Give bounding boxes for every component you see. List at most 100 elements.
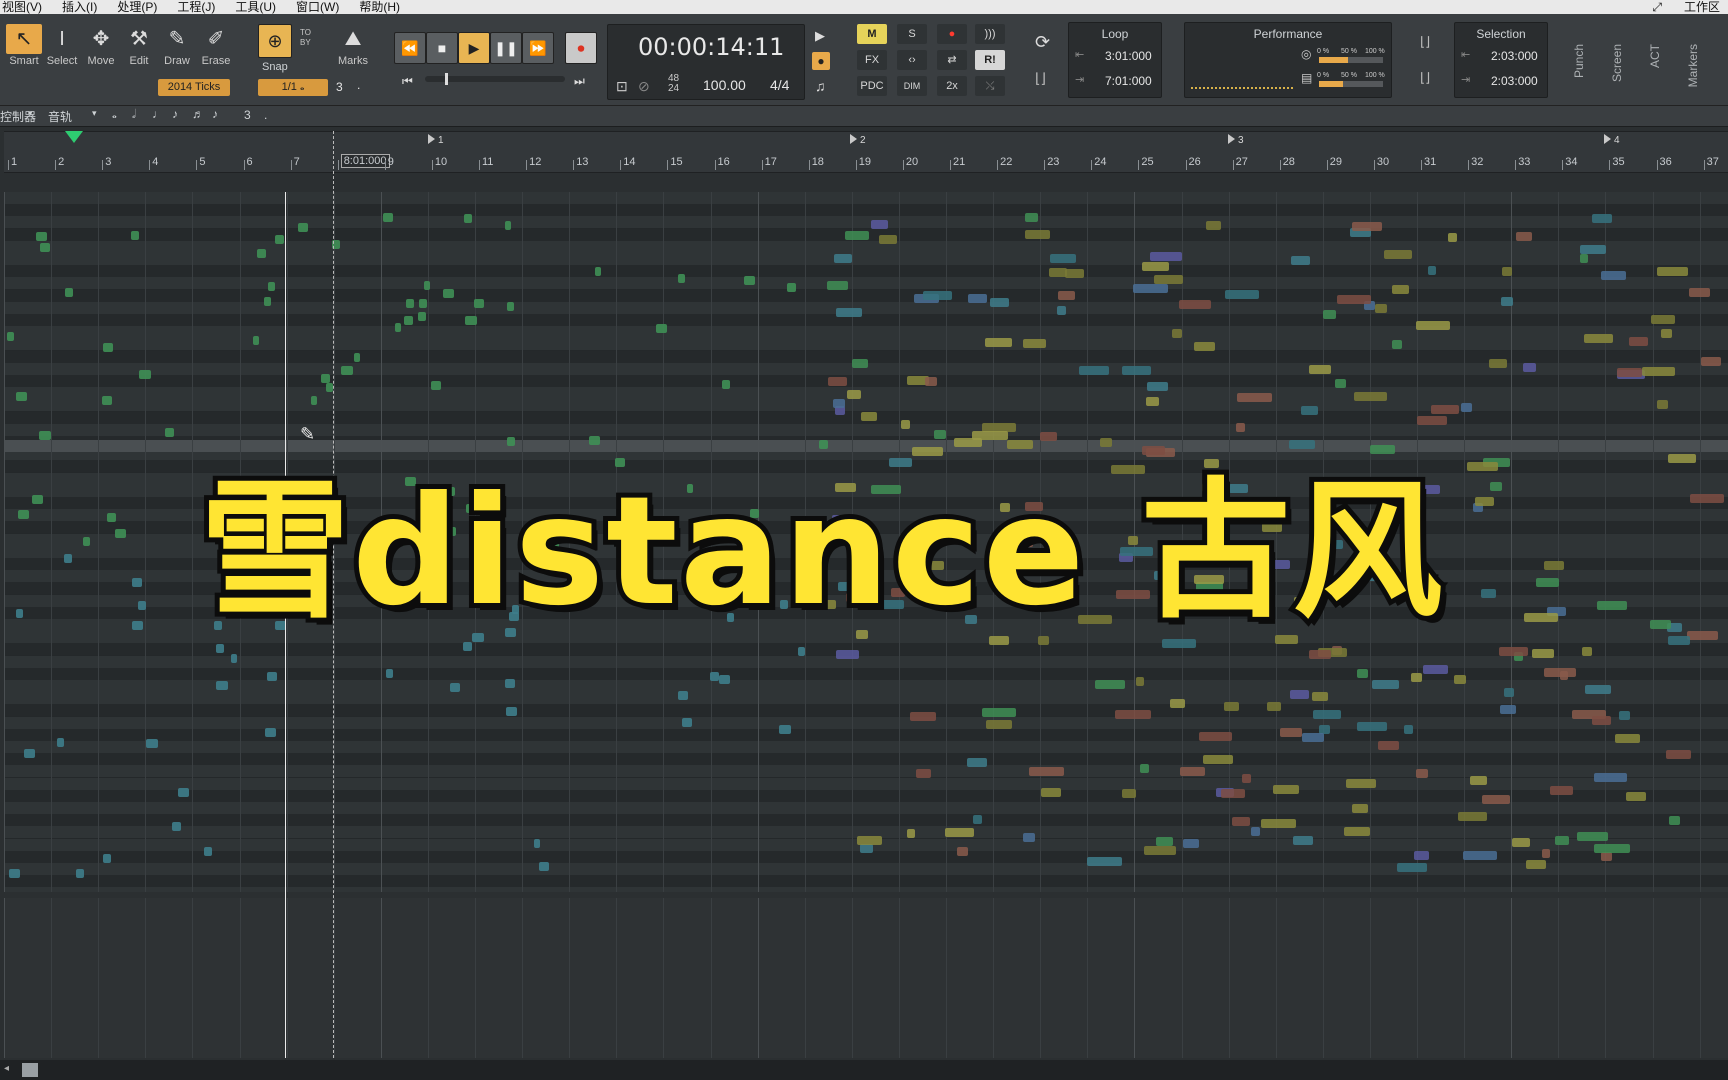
midi-note[interactable] bbox=[504, 221, 511, 231]
midi-note[interactable] bbox=[1357, 721, 1387, 731]
midi-note[interactable] bbox=[1357, 669, 1368, 679]
midi-note[interactable] bbox=[403, 316, 413, 326]
markers-module-label[interactable]: Markers bbox=[1686, 44, 1700, 87]
midi-note[interactable] bbox=[15, 392, 27, 402]
menu-help[interactable]: 帮助(H) bbox=[359, 0, 400, 14]
midi-note[interactable] bbox=[40, 243, 51, 253]
midi-note[interactable] bbox=[956, 847, 968, 857]
midi-note[interactable] bbox=[64, 553, 73, 563]
section-marker-flag-icon[interactable] bbox=[1228, 134, 1235, 144]
playhead-marker-icon[interactable] bbox=[65, 131, 83, 143]
midi-note[interactable] bbox=[1280, 728, 1303, 738]
loop-end[interactable]: 7:01:000 bbox=[1105, 74, 1152, 88]
midi-note[interactable] bbox=[1146, 397, 1159, 407]
midi-note[interactable] bbox=[1139, 763, 1149, 773]
midi-note[interactable] bbox=[443, 288, 454, 298]
midi-note[interactable] bbox=[1619, 711, 1630, 721]
midi-note[interactable] bbox=[1657, 266, 1689, 276]
midi-note[interactable] bbox=[1266, 702, 1281, 712]
midi-note[interactable] bbox=[1585, 685, 1612, 695]
midi-note[interactable] bbox=[1427, 265, 1436, 275]
solo-button[interactable]: S bbox=[897, 24, 927, 44]
midi-note[interactable] bbox=[1149, 251, 1183, 261]
midi-note[interactable] bbox=[1143, 846, 1177, 856]
midi-note[interactable] bbox=[797, 646, 805, 656]
tool-edit[interactable]: ⚒ Edit bbox=[121, 24, 157, 67]
midi-note[interactable] bbox=[23, 749, 36, 759]
midi-note[interactable] bbox=[719, 675, 730, 685]
selection-end-set-icon[interactable]: ⌊⌋ bbox=[1420, 70, 1430, 86]
midi-note[interactable] bbox=[1500, 704, 1516, 714]
midi-note[interactable] bbox=[1617, 368, 1643, 378]
midi-note[interactable] bbox=[1416, 321, 1451, 331]
screen-module-label[interactable]: Screen bbox=[1610, 44, 1624, 82]
midi-note[interactable] bbox=[834, 254, 853, 264]
midi-note[interactable] bbox=[418, 299, 427, 308]
midi-note[interactable] bbox=[1628, 336, 1649, 346]
stereo-icon[interactable]: ‹› bbox=[897, 50, 927, 70]
midi-note[interactable] bbox=[139, 369, 151, 379]
midi-note[interactable] bbox=[594, 266, 602, 276]
midi-note[interactable] bbox=[130, 231, 139, 241]
midi-note[interactable] bbox=[786, 282, 796, 292]
menu-process[interactable]: 处理(P) bbox=[117, 0, 157, 14]
go-to-start-icon[interactable]: ⏮ bbox=[402, 74, 413, 89]
midi-note[interactable] bbox=[1179, 767, 1205, 777]
horizontal-scrollbar[interactable]: ◂ bbox=[0, 1060, 1728, 1080]
midi-note[interactable] bbox=[906, 829, 915, 839]
midi-note[interactable] bbox=[833, 398, 846, 408]
midi-note[interactable] bbox=[1593, 773, 1627, 783]
controller-pane[interactable] bbox=[4, 898, 1728, 1058]
bypass-icon[interactable]: ⇄ bbox=[937, 50, 967, 70]
midi-note[interactable] bbox=[83, 537, 91, 547]
time-ruler[interactable]: 1 2 3 4 5 6 7 8:01:000 9 10 11 12 13 14 15 16 17 18 19 20 21… bbox=[4, 131, 1728, 173]
automation-off-icon[interactable]: ⤯ bbox=[975, 76, 1005, 96]
midi-note[interactable] bbox=[1448, 232, 1458, 242]
midi-note[interactable] bbox=[297, 222, 309, 232]
midi-note[interactable] bbox=[779, 724, 791, 734]
tool-move[interactable]: ✥ Move bbox=[83, 24, 119, 67]
midi-note[interactable] bbox=[1559, 670, 1569, 680]
sixteenth-note-button[interactable]: ♬ bbox=[192, 107, 204, 121]
midi-note[interactable] bbox=[1469, 776, 1488, 786]
midi-note[interactable] bbox=[1025, 230, 1051, 240]
midi-note[interactable] bbox=[901, 419, 910, 429]
record-button[interactable]: ⏺ bbox=[565, 32, 597, 64]
midi-note[interactable] bbox=[506, 707, 518, 717]
punch-module-label[interactable]: Punch bbox=[1572, 44, 1586, 78]
midi-note[interactable] bbox=[56, 738, 65, 748]
midi-note[interactable] bbox=[18, 509, 29, 519]
tuplet-button[interactable]: 3 bbox=[244, 108, 251, 122]
midi-note[interactable] bbox=[102, 853, 111, 863]
midi-note[interactable] bbox=[102, 396, 113, 406]
midi-note[interactable] bbox=[1481, 795, 1510, 805]
stop-button[interactable]: ■ bbox=[426, 32, 458, 64]
midi-note[interactable] bbox=[115, 528, 126, 538]
midi-note[interactable] bbox=[1334, 379, 1347, 389]
input-echo-icon[interactable]: ))) bbox=[975, 24, 1005, 44]
midi-note[interactable] bbox=[1501, 297, 1513, 307]
midi-note[interactable] bbox=[231, 653, 238, 663]
midi-note[interactable] bbox=[925, 376, 938, 386]
midi-note[interactable] bbox=[973, 815, 982, 824]
midi-note[interactable] bbox=[264, 297, 272, 307]
midi-note[interactable] bbox=[1172, 328, 1183, 338]
sync-icon[interactable]: ⊡ bbox=[616, 78, 628, 95]
midi-note[interactable] bbox=[916, 768, 932, 778]
midi-note[interactable] bbox=[681, 718, 693, 728]
midi-note[interactable] bbox=[1293, 835, 1313, 845]
midi-note[interactable] bbox=[1504, 688, 1514, 698]
midi-note[interactable] bbox=[507, 302, 515, 312]
midi-note[interactable] bbox=[32, 495, 43, 505]
midi-note[interactable] bbox=[76, 868, 85, 878]
midi-note[interactable] bbox=[216, 681, 229, 691]
midi-note[interactable] bbox=[7, 331, 15, 341]
midi-note[interactable] bbox=[1121, 365, 1151, 375]
section-marker-flag-icon[interactable] bbox=[850, 134, 857, 144]
midi-note[interactable] bbox=[861, 411, 877, 421]
midi-note[interactable] bbox=[1203, 755, 1233, 765]
midi-note[interactable] bbox=[1580, 245, 1606, 255]
midi-note[interactable] bbox=[39, 431, 51, 441]
midi-note[interactable] bbox=[1524, 613, 1558, 623]
midi-note[interactable] bbox=[450, 682, 461, 692]
